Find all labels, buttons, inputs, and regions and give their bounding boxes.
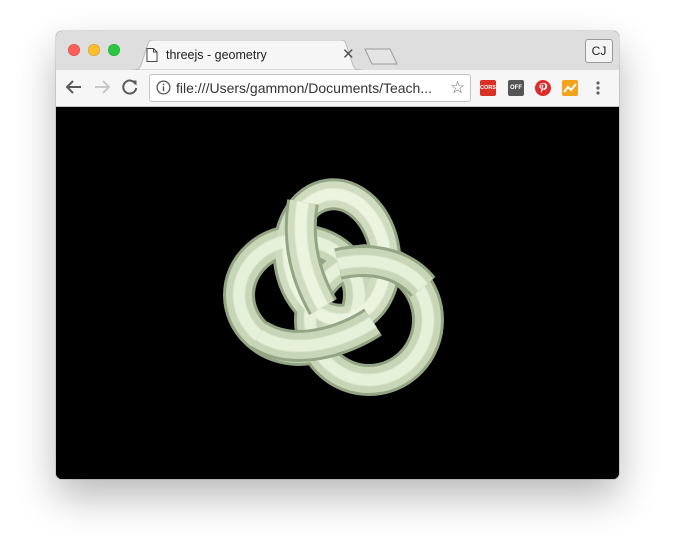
cors-extension-icon[interactable]: CORS: [480, 80, 496, 96]
browser-window: threejs - geometry ✕ CJ file:///Users/ga…: [56, 31, 619, 479]
chart-extension-icon[interactable]: [562, 80, 578, 96]
kebab-menu-icon[interactable]: [596, 80, 600, 96]
back-arrow-icon[interactable]: [65, 78, 83, 96]
torus-knot-render: [223, 178, 444, 396]
tab-active[interactable]: threejs - geometry ✕: [132, 40, 362, 70]
window-close-button[interactable]: [68, 44, 80, 56]
off-extension-icon[interactable]: OFF: [508, 80, 524, 96]
page-icon: [146, 48, 158, 62]
torus-knot: [223, 178, 444, 396]
address-bar[interactable]: file:///Users/gammon/Documents/Teach... …: [149, 74, 471, 102]
reload-icon[interactable]: [121, 78, 139, 96]
info-icon[interactable]: [156, 80, 171, 95]
tab-title: threejs - geometry: [166, 48, 267, 62]
new-tab-button[interactable]: [364, 48, 398, 65]
profile-button[interactable]: CJ: [585, 39, 613, 63]
window-minimize-button[interactable]: [88, 44, 100, 56]
forward-arrow-icon[interactable]: [93, 78, 111, 96]
window-maximize-button[interactable]: [108, 44, 120, 56]
star-icon[interactable]: ☆: [450, 79, 465, 96]
pinterest-extension-icon[interactable]: [535, 80, 551, 96]
tab-close-icon[interactable]: ✕: [342, 47, 355, 62]
webgl-viewport[interactable]: [56, 107, 619, 479]
toolbar: file:///Users/gammon/Documents/Teach... …: [56, 70, 619, 107]
tab-strip: threejs - geometry ✕ CJ: [56, 31, 619, 70]
url-text: file:///Users/gammon/Documents/Teach...: [176, 80, 432, 96]
